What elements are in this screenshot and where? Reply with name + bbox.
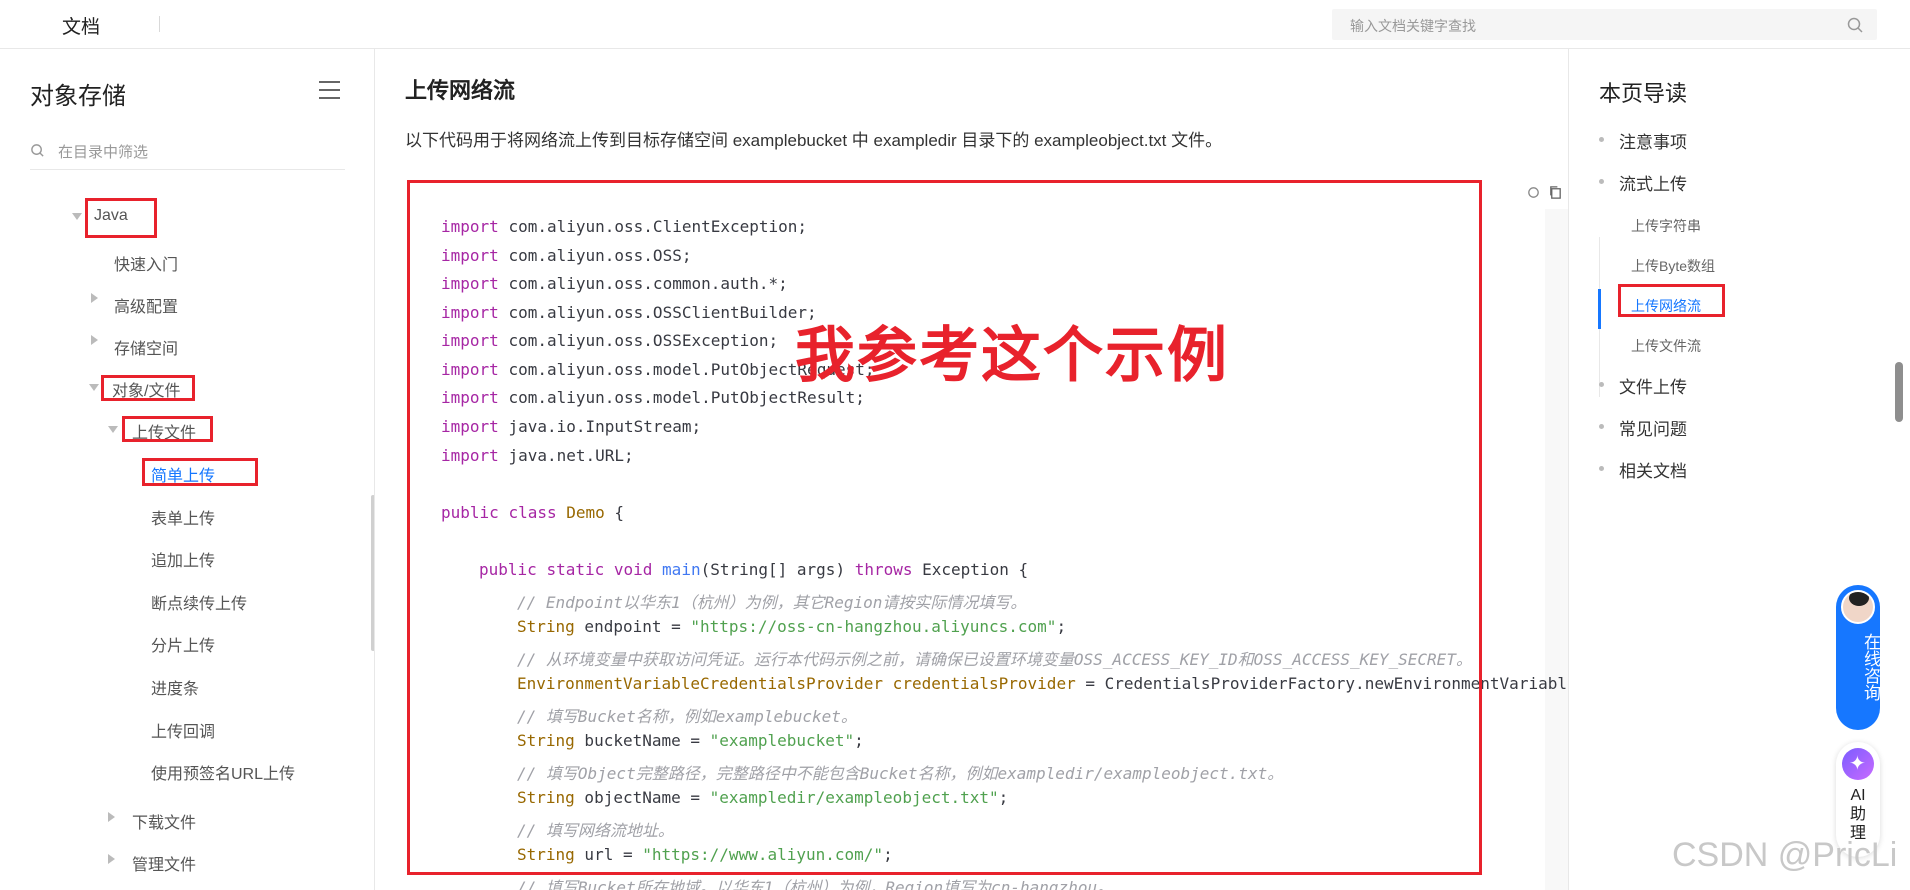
toc-item-related-docs[interactable]: 相关文档 [1599, 457, 1687, 482]
code-toolbar [1488, 177, 1568, 209]
page-scrollbar[interactable] [1895, 362, 1903, 422]
highlight-box [407, 180, 1482, 875]
top-bar: 文档 [0, 0, 1910, 49]
copy-icon[interactable] [1548, 185, 1563, 200]
toc-item-file-upload[interactable]: 文件上传 [1599, 373, 1687, 398]
toc-sub-upload-byte-array[interactable]: 上传Byte数组 [1631, 256, 1715, 276]
toc-title: 本页导读 [1599, 81, 1688, 106]
sidebar-item-download-files[interactable]: 下载文件 [132, 809, 196, 833]
ai-label: AI 助理 [1849, 787, 1866, 842]
highlight-box [142, 458, 258, 486]
highlight-box [85, 198, 157, 238]
bullet-icon [1599, 382, 1604, 387]
sidebar-item-advanced-config[interactable]: 高级配置 [114, 293, 178, 317]
sidebar-item-form-upload[interactable]: 表单上传 [151, 505, 215, 529]
highlight-box [122, 416, 213, 442]
highlight-box [1618, 284, 1725, 317]
bullet-icon [1599, 179, 1604, 184]
toc-item-notes[interactable]: 注意事项 [1599, 128, 1687, 153]
menu-icon[interactable] [319, 81, 340, 99]
search-icon[interactable] [1847, 17, 1863, 33]
doc-search-input[interactable] [1348, 9, 1832, 42]
watermark: CSDN @PricLi [1672, 836, 1898, 874]
doc-search-box[interactable] [1332, 9, 1877, 42]
sidebar-item-upload-callback[interactable]: 上传回调 [151, 718, 215, 742]
sidebar-item-buckets[interactable]: 存储空间 [114, 335, 178, 359]
search-icon [31, 144, 44, 157]
highlight-box [101, 375, 195, 401]
ai-logo-icon [1842, 748, 1874, 780]
bullet-icon [1599, 466, 1604, 471]
sidebar-filter[interactable] [30, 135, 345, 170]
divider [159, 16, 160, 32]
caret-down-icon[interactable] [108, 426, 118, 433]
bullet-icon [1599, 424, 1604, 429]
caret-right-icon[interactable] [91, 293, 98, 303]
caret-down-icon[interactable] [89, 384, 99, 391]
caret-right-icon[interactable] [108, 812, 115, 822]
caret-right-icon[interactable] [108, 854, 115, 864]
sidebar-item-resumable-upload[interactable]: 断点续传上传 [151, 590, 247, 614]
sidebar-item-quickstart[interactable]: 快速入门 [114, 251, 178, 275]
wrap-icon[interactable] [1526, 185, 1541, 200]
consult-label: 在线咨询 [1861, 633, 1880, 701]
sidebar-title: 对象存储 [30, 83, 126, 110]
caret-down-icon[interactable] [72, 213, 82, 220]
toc-item-faq[interactable]: 常见问题 [1599, 415, 1687, 440]
code-comment: // 填写Bucket所在地域。以华东1（杭州）为例，Region填写为cn-h… [517, 878, 1114, 890]
docs-brand-link[interactable]: 文档 [62, 12, 100, 39]
avatar [1841, 590, 1875, 624]
toc-sub-upload-string[interactable]: 上传字符串 [1631, 216, 1701, 236]
toc-active-indicator [1598, 289, 1601, 329]
toc-item-stream-upload[interactable]: 流式上传 [1599, 170, 1687, 195]
sidebar-item-manage-files[interactable]: 管理文件 [132, 851, 196, 875]
page-title: 上传网络流 [405, 78, 516, 103]
bullet-icon [1599, 137, 1604, 142]
online-consult-button[interactable]: 在线咨询 [1836, 585, 1880, 730]
caret-right-icon[interactable] [91, 335, 98, 345]
sidebar-item-multipart-upload[interactable]: 分片上传 [151, 632, 215, 656]
section-description: 以下代码用于将网络流上传到目标存储空间 examplebucket 中 exam… [405, 131, 1223, 150]
sidebar-filter-input[interactable] [56, 139, 340, 165]
sidebar-item-presigned-url-upload[interactable]: 使用预签名URL上传 [151, 760, 295, 784]
sidebar-item-append-upload[interactable]: 追加上传 [151, 547, 215, 571]
toc-sub-upload-file-stream[interactable]: 上传文件流 [1631, 336, 1701, 356]
sidebar-item-progress-bar[interactable]: 进度条 [151, 675, 199, 699]
